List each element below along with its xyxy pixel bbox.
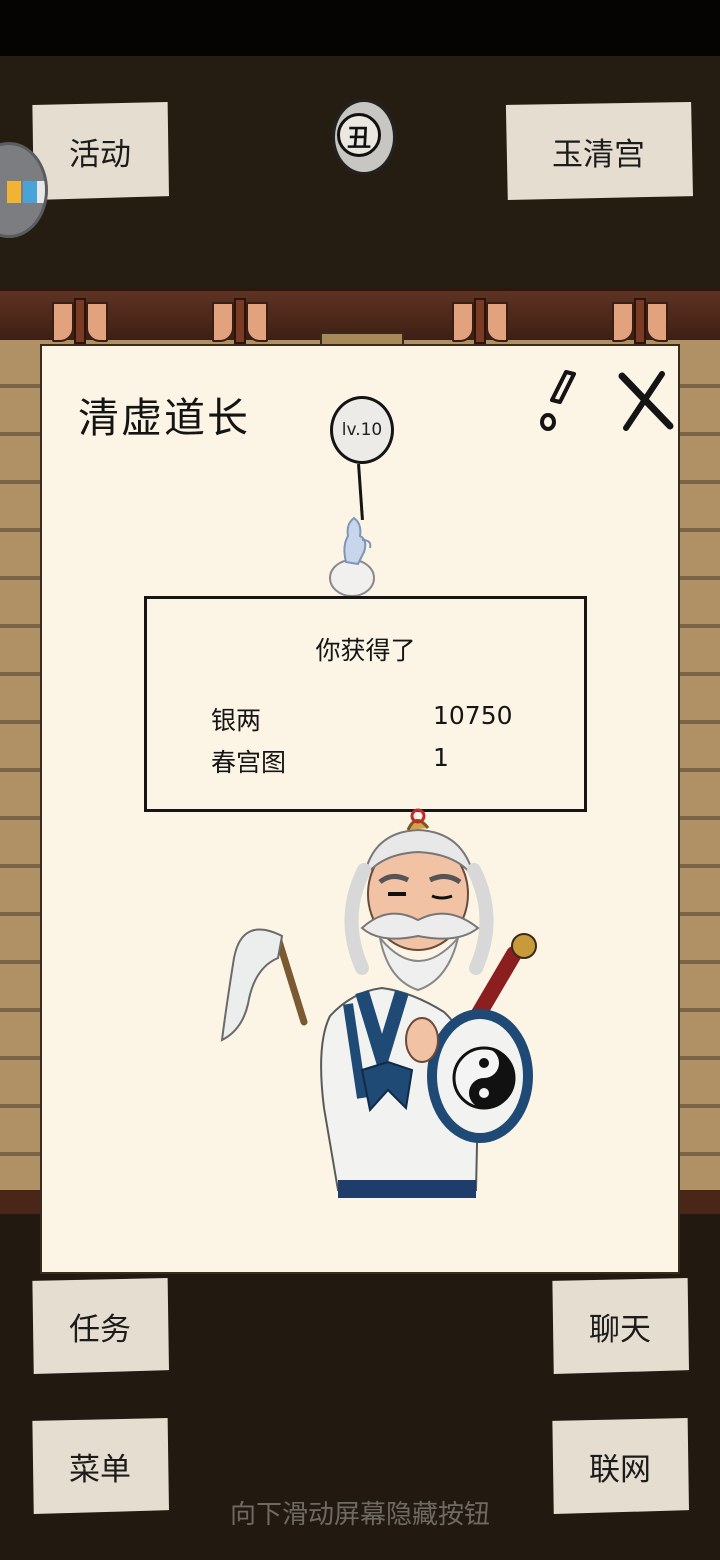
curtain-decoration (52, 298, 108, 344)
money-bag-icon (329, 516, 375, 597)
chat-button[interactable]: 聊天 (552, 1278, 689, 1374)
curtain-decoration (612, 298, 668, 344)
location-button[interactable]: 玉清宫 (505, 102, 693, 200)
level-badge: lv.10 (330, 396, 394, 464)
reward-panel: 你获得了 银两 10750 春宫图 1 (144, 596, 587, 812)
task-button[interactable]: 任务 (32, 1278, 169, 1374)
npc-name: 清虚道长 (78, 394, 250, 442)
time-of-day-icon[interactable]: 丑 (326, 95, 398, 181)
time-glyph: 丑 (337, 113, 381, 157)
curtain-decoration (452, 298, 508, 344)
curtain-decoration (212, 298, 268, 344)
close-icon[interactable] (616, 368, 676, 434)
status-bar (0, 0, 720, 56)
taoist-master-portrait (220, 808, 537, 1198)
reward-item-quantity: 10750 (433, 701, 513, 730)
activity-button[interactable]: 活动 (32, 102, 169, 200)
reward-title: 你获得了 (315, 636, 416, 665)
npc-dialog: 清虚道长 lv.10 你获得了 银两 10750 春宫图 1 (40, 344, 680, 1274)
reward-item-quantity: 1 (433, 743, 449, 772)
swipe-hint: 向下滑动屏幕隐藏按钮 (229, 1500, 490, 1530)
reward-item-name: 春宫图 (211, 748, 287, 777)
reward-item-name: 银两 (211, 706, 262, 735)
exclamation-icon[interactable] (532, 368, 588, 434)
